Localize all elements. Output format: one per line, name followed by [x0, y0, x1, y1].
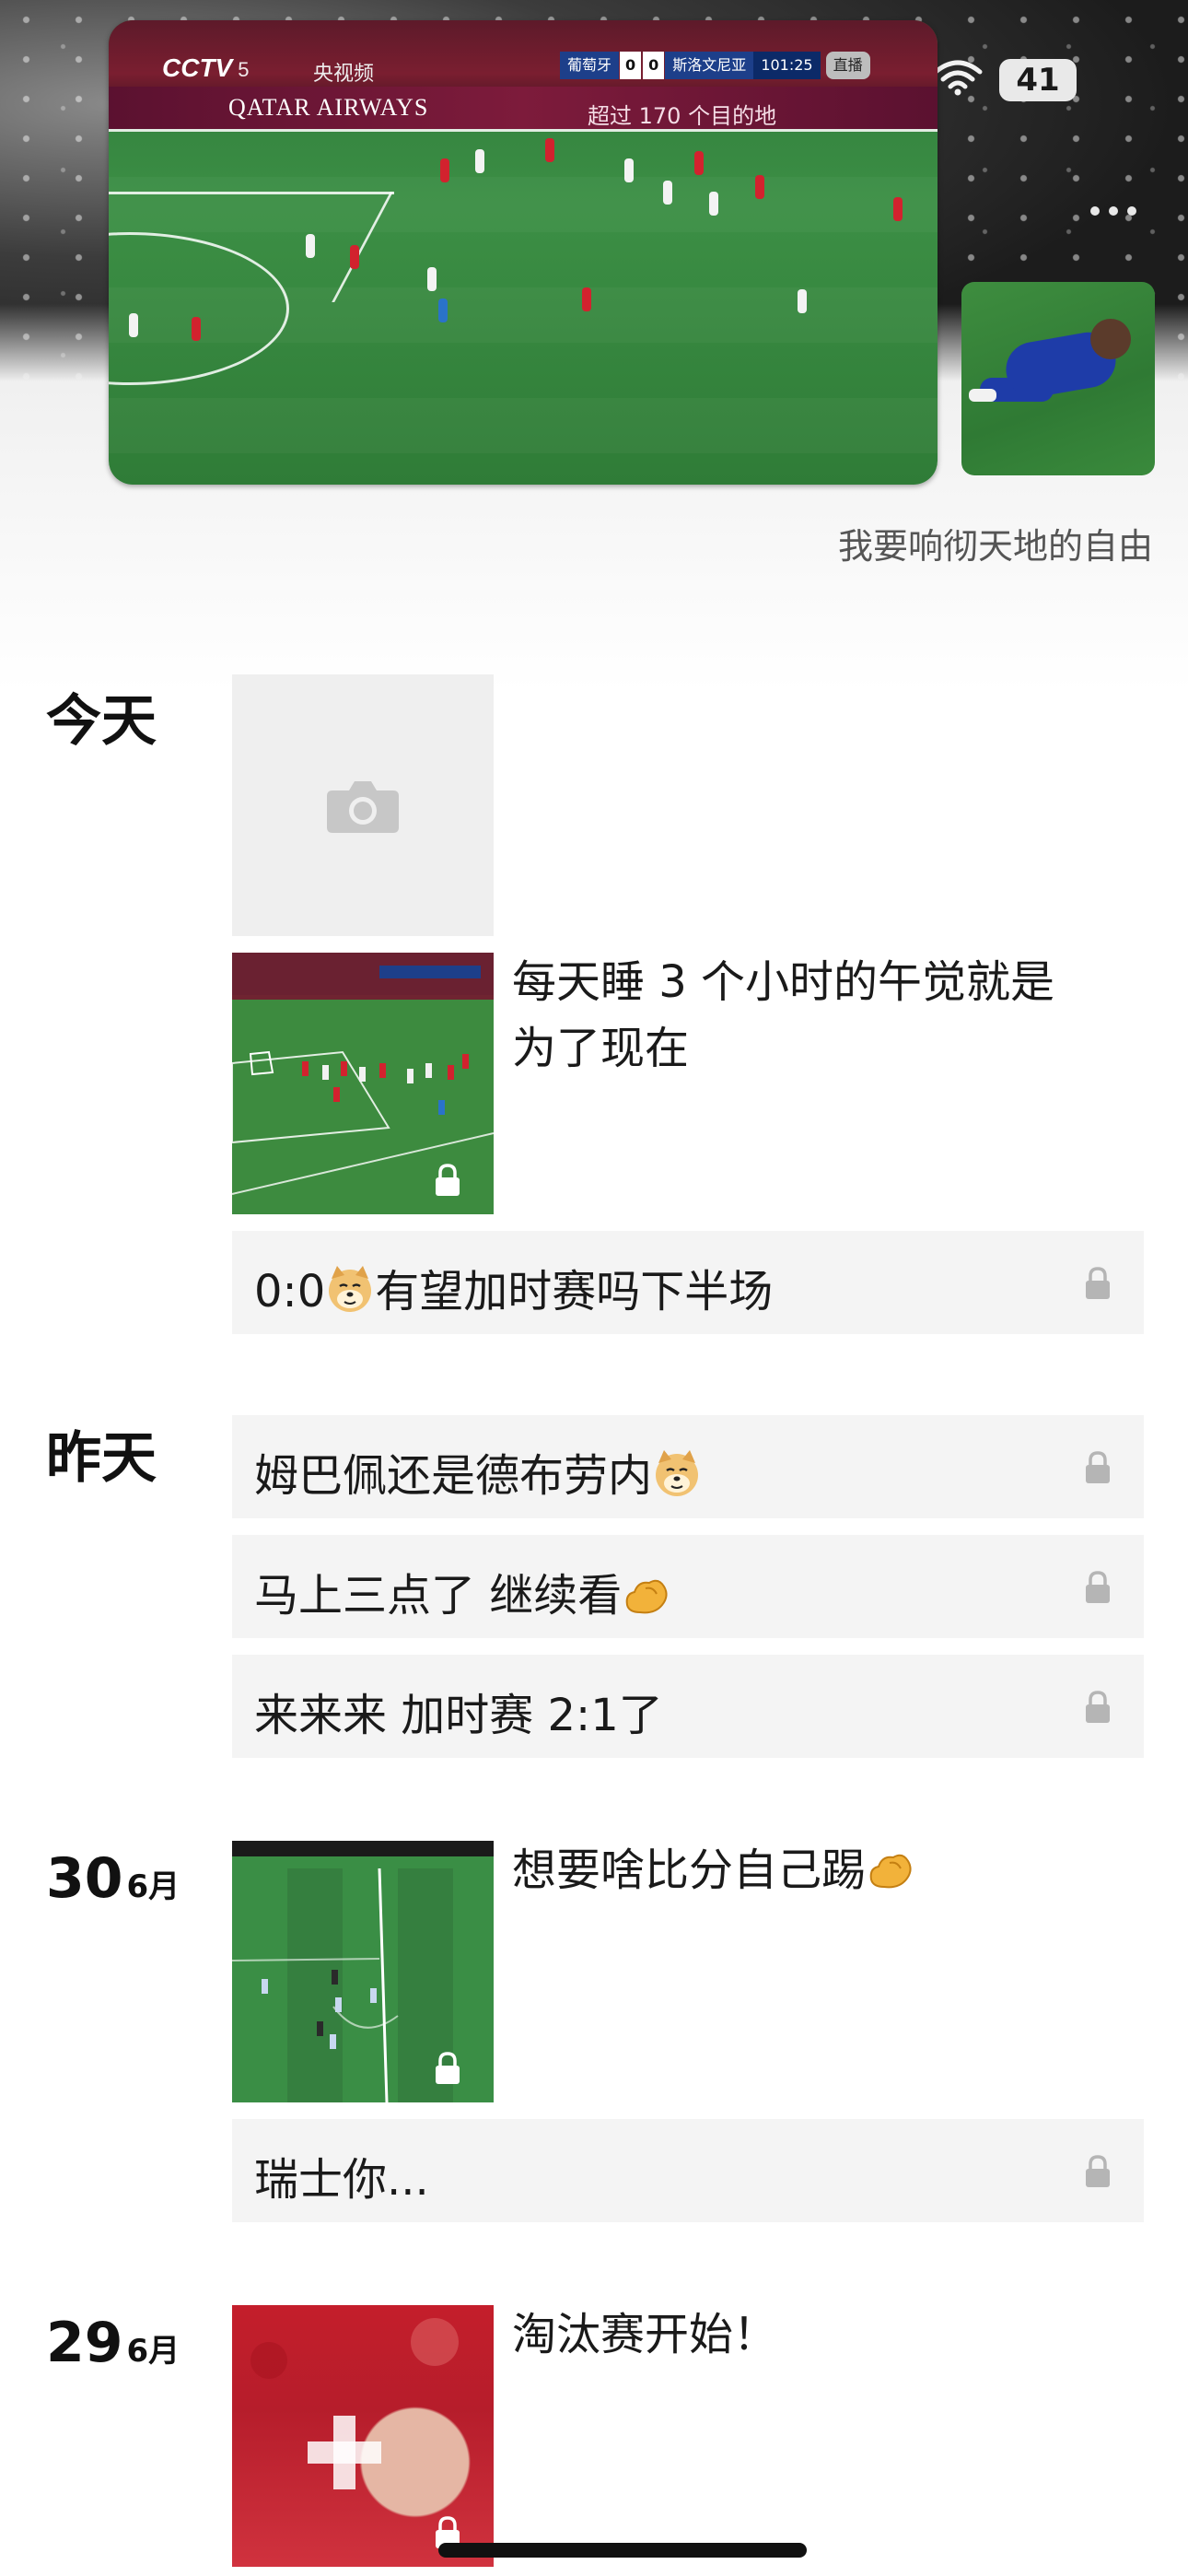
lock-icon — [1086, 1571, 1110, 1603]
text-post-row[interactable]: 瑞士你... — [232, 2119, 1144, 2222]
lock-icon — [436, 2052, 460, 2084]
post-image-thumbnail[interactable] — [232, 1841, 494, 2102]
lock-icon — [1086, 2155, 1110, 2187]
cover-thumbnail[interactable] — [961, 282, 1155, 475]
team1-name: 葡萄牙 — [560, 52, 620, 79]
scoreboard: 葡萄牙 0 0 斯洛文尼亚 101:25 直播 — [560, 52, 870, 79]
channel-logo: CCTV 5 — [162, 53, 250, 82]
home-indicator[interactable] — [438, 2543, 807, 2558]
text-post-row[interactable]: 马上三点了 继续看 — [232, 1535, 1144, 1638]
live-badge: 直播 — [825, 52, 870, 79]
lock-icon — [1086, 1691, 1110, 1723]
post-caption[interactable]: 淘汰赛开始！ — [512, 2301, 777, 2368]
text-post-row[interactable]: 来来来 加时赛 2:1了 — [232, 1655, 1144, 1758]
camera-icon — [327, 781, 399, 833]
post-image-thumbnail[interactable] — [232, 2305, 494, 2567]
date-label-yesterday: 昨天 — [46, 1426, 157, 1491]
team2-name: 斯洛文尼亚 — [665, 52, 754, 79]
text-post-row[interactable]: 姆巴佩还是德布劳内 — [232, 1415, 1144, 1518]
post-caption[interactable]: 想要啥比分自己踢 — [512, 1837, 915, 1903]
match-time: 101:25 — [753, 52, 821, 79]
team2-score: 0 — [643, 52, 665, 79]
date-label-today: 今天 — [46, 689, 157, 754]
text-post-content: 瑞士你... — [254, 2154, 429, 2206]
date-label-june-30: 30 6月 — [46, 1846, 181, 1911]
ad-text: QATAR AIRWAYS — [228, 94, 429, 121]
lock-icon — [436, 1164, 460, 1196]
text-post-row[interactable]: 0:0 有望加时赛吗下半场 — [232, 1231, 1144, 1334]
text-post-content: 马上三点了 继续看 — [254, 1559, 671, 1623]
wifi-icon — [932, 59, 984, 96]
ad-board: QATAR AIRWAYS 超过 170 个目的地 — [109, 87, 938, 129]
text-post-content: 来来来 加时赛 2:1了 — [254, 1690, 663, 1741]
date-label-june-29: 29 6月 — [46, 2311, 181, 2375]
new-post-placeholder[interactable] — [232, 674, 494, 936]
flex-arm-emoji-icon — [625, 1579, 668, 1614]
team1-score: 0 — [620, 52, 642, 79]
text-post-content: 姆巴佩还是德布劳内 — [254, 1439, 702, 1504]
profile-signature: 我要响彻天地的自由 — [837, 526, 1153, 567]
page-dots — [1090, 206, 1136, 216]
lock-icon — [1086, 1267, 1110, 1299]
ad-text-secondary: 超过 170 个目的地 — [588, 103, 777, 129]
floating-video-player[interactable]: QATAR AIRWAYS 超过 170 个目的地 CCTV 5 央视频 葡萄牙 … — [109, 20, 938, 485]
flex-arm-emoji-icon — [869, 1854, 912, 1889]
battery-indicator: 41 — [999, 59, 1077, 101]
lock-icon — [1086, 1451, 1110, 1483]
doge-emoji-icon — [329, 1266, 372, 1312]
app-watermark: 央视频 — [313, 63, 375, 86]
post-caption[interactable]: 每天睡 3 个小时的午觉就是 为了现在 — [512, 949, 1054, 1082]
post-image-thumbnail[interactable] — [232, 953, 494, 1214]
doge-emoji-icon — [656, 1450, 699, 1496]
text-post-content: 0:0 有望加时赛吗下半场 — [254, 1266, 774, 1317]
